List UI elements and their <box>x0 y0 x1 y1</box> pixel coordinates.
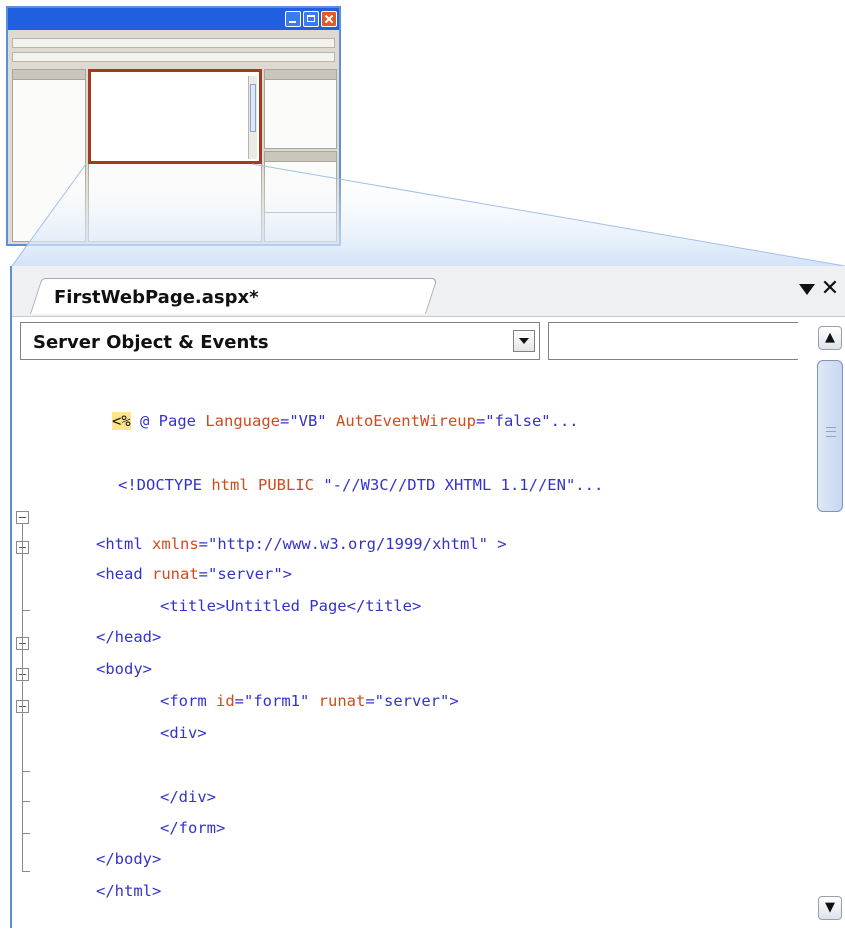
fold-guide-end <box>22 610 30 611</box>
code-token: id <box>216 692 235 710</box>
object-selector-dropdown[interactable]: Server Object & Events <box>20 322 540 360</box>
code-token: <!DOCTYPE <box>118 476 212 494</box>
chevron-down-icon[interactable]: ▼ <box>818 896 842 920</box>
code-line: <html xmlns="http://www.w3.org/1999/xhtm… <box>40 505 507 553</box>
mini-menu-bar <box>12 38 335 48</box>
grip-icon <box>826 427 836 437</box>
code-token: <title>Untitled Page</title> <box>160 597 422 615</box>
window-overview-thumbnail <box>6 6 341 246</box>
code-line: <head runat="server"> <box>40 535 292 583</box>
fold-guide-end <box>22 771 30 772</box>
fold-guide-end <box>22 871 30 872</box>
mini-right-top-pane <box>264 69 337 149</box>
code-token: <% <box>112 412 131 430</box>
code-line: </body> <box>40 820 161 868</box>
code-line: </form> <box>104 789 225 837</box>
code-token: Language <box>205 412 280 430</box>
maximize-icon <box>303 11 319 27</box>
code-token: </html> <box>96 882 162 900</box>
fold-guide <box>22 524 23 872</box>
navigation-bar: Server Object & Events <box>12 322 845 362</box>
code-token: html PUBLIC <box>211 476 314 494</box>
chevron-down-icon[interactable] <box>513 330 535 352</box>
mini-scrollbar <box>248 76 257 159</box>
event-selector-dropdown[interactable] <box>548 322 798 360</box>
code-line: <div> <box>104 694 207 742</box>
code-token: ="VB" <box>279 412 336 430</box>
code-token: </form> <box>160 819 226 837</box>
scrollbar-thumb[interactable] <box>817 360 843 512</box>
code-line: <!DOCTYPE html PUBLIC "-//W3C//DTD XHTML… <box>62 446 603 494</box>
code-token: @ Page <box>130 412 206 430</box>
code-line: </head> <box>40 598 161 646</box>
code-editor-panel: FirstWebPage.aspx* ✕ Server Object & Eve… <box>10 266 845 928</box>
code-line: </div> <box>104 758 216 806</box>
vertical-scrollbar[interactable]: ▲ ▼ <box>815 322 845 928</box>
mini-title-bar <box>8 8 339 30</box>
code-token: ="server"> <box>365 692 459 710</box>
code-token: <div> <box>160 724 207 742</box>
code-line: <form id="form1" runat="server"> <box>104 662 459 710</box>
document-tab-label[interactable]: FirstWebPage.aspx* <box>54 287 259 308</box>
code-line: <% @ Page Language="VB" AutoEventWireup=… <box>56 382 579 430</box>
code-token: AutoEventWireup <box>335 412 476 430</box>
code-token: runat <box>318 692 366 710</box>
code-token: ="form1" <box>234 692 319 710</box>
close-icon <box>321 11 337 27</box>
close-icon[interactable]: ✕ <box>819 278 841 300</box>
triangle-down-icon[interactable] <box>799 284 815 295</box>
collapse-minus-icon[interactable] <box>16 511 29 524</box>
object-selector-value: Server Object & Events <box>33 332 269 353</box>
code-line: <title>Untitled Page</title> <box>104 567 421 615</box>
fold-guide-end <box>22 833 30 834</box>
mini-toolbar <box>12 52 335 62</box>
mini-editor-highlight <box>88 69 262 164</box>
code-token: ="false"... <box>475 412 579 430</box>
code-line: </html> <box>40 852 161 900</box>
fold-guide-end <box>22 801 30 802</box>
mini-left-pane <box>12 69 86 242</box>
code-text-area[interactable]: <% @ Page Language="VB" AutoEventWireup=… <box>12 362 811 928</box>
code-line: <body> <box>40 630 152 678</box>
document-tab-strip: FirstWebPage.aspx* ✕ <box>12 266 845 317</box>
code-token: "-//W3C//DTD XHTML 1.1//EN"... <box>313 476 604 494</box>
minimize-icon <box>285 11 301 27</box>
chevron-up-icon[interactable]: ▲ <box>818 326 842 350</box>
mini-right-bottom-pane <box>264 151 337 242</box>
